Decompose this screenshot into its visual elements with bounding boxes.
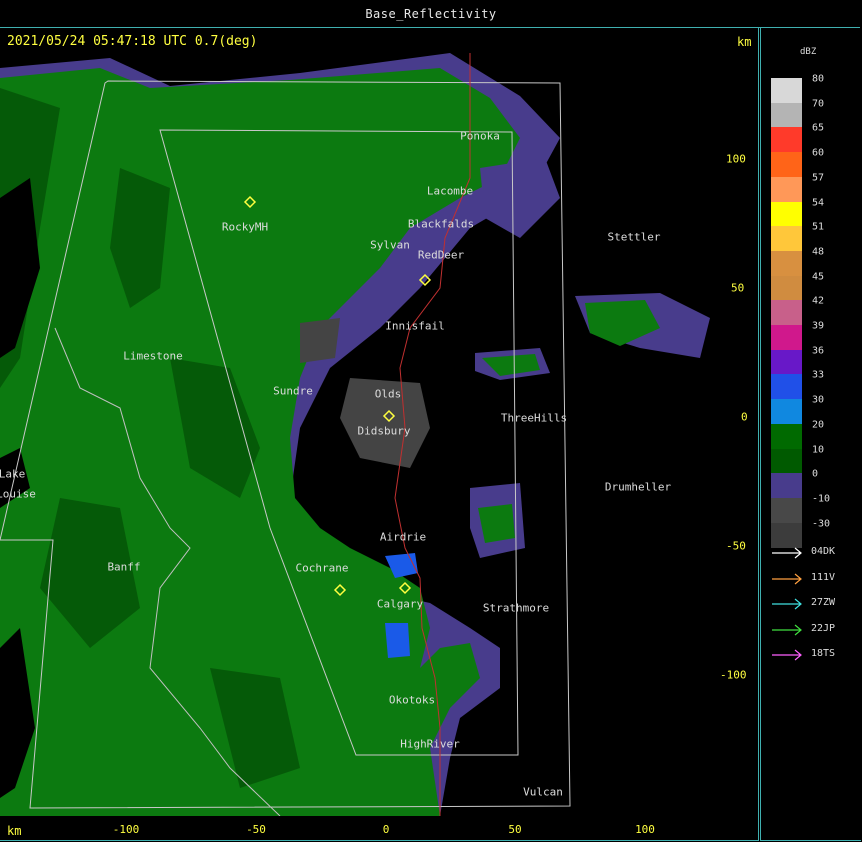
legend-swatch — [771, 399, 802, 425]
legend-swatch — [771, 275, 802, 301]
legend-swatch — [771, 325, 802, 350]
legend-swatch — [771, 423, 802, 449]
legend-level-label: 60 — [812, 147, 825, 159]
legend-level-label: 51 — [812, 221, 825, 233]
legend-swatch — [771, 250, 802, 276]
legend-swatch — [771, 473, 802, 499]
legend-level-label: -10 — [812, 493, 831, 505]
place-label: Stettler — [607, 230, 661, 244]
km-unit-label: km — [737, 35, 752, 49]
y-tick: 100 — [726, 152, 746, 166]
legend-swatch — [771, 127, 802, 153]
legend-level-label: 65 — [812, 122, 825, 134]
legend-swatch — [771, 522, 802, 548]
x-tick: 100 — [635, 823, 655, 836]
legend-swatch — [771, 374, 802, 400]
legend-level-label: 45 — [812, 271, 825, 283]
legend-swatch — [771, 349, 802, 375]
x-tick: 50 — [508, 823, 522, 836]
legend-level-label: 20 — [812, 419, 825, 431]
x-tick: -100 — [112, 823, 140, 836]
legend-swatch — [771, 176, 802, 202]
y-tick: 50 — [731, 281, 745, 295]
x-tick: 0 — [382, 823, 390, 836]
radar-legend-item[interactable]: 27ZW — [771, 597, 851, 611]
place-label: RedDeer — [417, 248, 465, 262]
place-label: Limestone — [123, 349, 183, 363]
place-label: Louise — [0, 487, 36, 501]
place-label: Lacombe — [426, 184, 474, 198]
legend-level-label: 30 — [812, 394, 825, 406]
place-label: Olds — [374, 387, 402, 401]
place-label: RockyMH — [221, 220, 269, 234]
radar-name: 04DK — [811, 546, 836, 557]
radar-legend-item[interactable]: 22JP — [771, 623, 851, 637]
product-title: Base_Reflectivity — [365, 7, 497, 21]
radar-legend-item[interactable]: 04DK — [771, 546, 851, 560]
legend-swatch — [771, 448, 802, 474]
legend-level-label: 10 — [812, 444, 825, 455]
place-label: Banff — [107, 560, 141, 574]
legend-swatch — [771, 226, 802, 252]
arrow-icon — [772, 573, 802, 584]
place-label: Didsbury — [357, 424, 411, 438]
y-tick: -100 — [720, 668, 747, 682]
legend-swatch — [771, 201, 802, 227]
radar-name: 27ZW — [811, 597, 836, 608]
legend-level-label: 39 — [812, 320, 825, 332]
arrow-icon — [772, 598, 802, 610]
legend-swatch — [771, 497, 802, 523]
place-label: Strathmore — [482, 601, 550, 615]
place-label: Drumheller — [604, 480, 672, 494]
radar-map[interactable] — [0, 28, 756, 816]
place-label: Vulcan — [523, 785, 563, 799]
arrow-icon — [772, 547, 802, 559]
legend-level-label: 48 — [812, 246, 825, 258]
place-label: Airdrie — [379, 530, 427, 544]
legend-unit-label: dBZ — [800, 47, 817, 57]
y-tick: 0 — [741, 410, 748, 424]
legend-level-label: 36 — [812, 345, 825, 357]
legend-swatch — [771, 152, 802, 178]
place-label: Lake — [0, 467, 26, 481]
radar-name: 18TS — [811, 648, 836, 659]
place-label: Ponoka — [460, 129, 500, 143]
legend-level-label: 33 — [812, 369, 825, 381]
legend-level-label: 0 — [812, 468, 819, 480]
place-label: Cochrane — [295, 561, 349, 575]
radar-legend-item[interactable]: 111V — [771, 572, 851, 586]
arrow-icon — [772, 624, 802, 635]
x-axis-unit: km — [7, 824, 22, 838]
legend-level-label: -30 — [812, 518, 831, 530]
legend-level-label: 70 — [812, 98, 825, 110]
radar-legend-item[interactable]: 18TS — [771, 648, 851, 662]
legend-level-label: 54 — [812, 197, 825, 208]
place-label: Okotoks — [388, 693, 436, 707]
legend-swatch — [771, 300, 802, 326]
legend-swatch — [771, 78, 802, 103]
place-label: Blackfalds — [407, 217, 475, 231]
place-label: HighRiver — [400, 737, 460, 751]
place-label: Sundre — [273, 384, 313, 398]
place-label: Innisfail — [385, 319, 445, 333]
legend-level-label: 42 — [812, 295, 825, 307]
legend-swatch — [771, 102, 802, 128]
scan-timestamp: 2021/05/24 05:47:18 UTC 0.7(deg) — [7, 34, 258, 49]
legend-level-label: 57 — [812, 172, 825, 184]
y-tick: -50 — [726, 539, 746, 553]
arrow-icon — [772, 649, 802, 661]
place-label: ThreeHills — [500, 411, 568, 425]
radar-name: 111V — [811, 571, 836, 583]
radar-name: 22JP — [811, 622, 836, 634]
place-label: Calgary — [376, 597, 424, 611]
x-tick: -50 — [246, 823, 266, 836]
legend-level-label: 80 — [812, 73, 825, 85]
place-label: Sylvan — [370, 238, 410, 252]
